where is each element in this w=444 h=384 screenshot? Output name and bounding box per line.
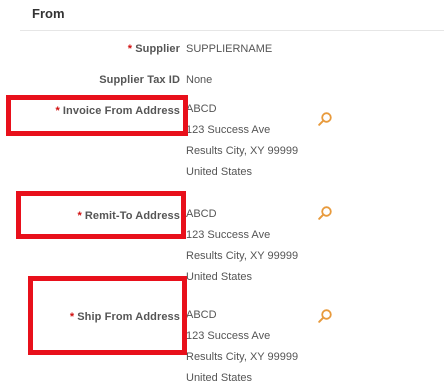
address-line: United States: [186, 166, 253, 178]
required-marker: *: [127, 43, 133, 55]
invoice-from-section: From * Supplier SUPPLIERNAME Supplier Tax…: [0, 0, 444, 384]
search-icon[interactable]: [317, 308, 333, 324]
address-line: Results City, XY 99999: [186, 145, 299, 157]
supplier-label-text: Supplier: [135, 43, 180, 55]
address-line: ABCD: [186, 103, 217, 115]
highlight-box-ship-from-address: [28, 276, 187, 355]
address-line: Results City, XY 99999: [186, 250, 299, 262]
highlight-box-invoice-from-address: [6, 95, 188, 136]
supplier-label: * Supplier: [0, 43, 180, 55]
search-icon[interactable]: [317, 111, 333, 127]
address-line: 123 Success Ave: [186, 229, 271, 241]
address-line: ABCD: [186, 309, 217, 321]
address-line: Results City, XY 99999: [186, 351, 299, 363]
supplier-tax-id-label: Supplier Tax ID: [99, 74, 180, 86]
address-line: United States: [186, 372, 253, 384]
highlight-box-remit-to-address: [16, 191, 186, 239]
search-icon[interactable]: [317, 205, 333, 221]
invoice-from-address-value: ABCD 123 Success Ave Results City, XY 99…: [186, 99, 298, 183]
section-divider: [20, 30, 444, 31]
address-line: 123 Success Ave: [186, 124, 271, 136]
section-title: From: [32, 6, 65, 21]
supplier-value: SUPPLIERNAME: [186, 43, 273, 55]
address-line: United States: [186, 271, 253, 283]
address-line: 123 Success Ave: [186, 330, 271, 342]
supplier-tax-id-value: None: [186, 74, 213, 86]
remit-to-address-value: ABCD 123 Success Ave Results City, XY 99…: [186, 204, 298, 288]
ship-from-address-value: ABCD 123 Success Ave Results City, XY 99…: [186, 305, 298, 384]
address-line: ABCD: [186, 208, 217, 220]
